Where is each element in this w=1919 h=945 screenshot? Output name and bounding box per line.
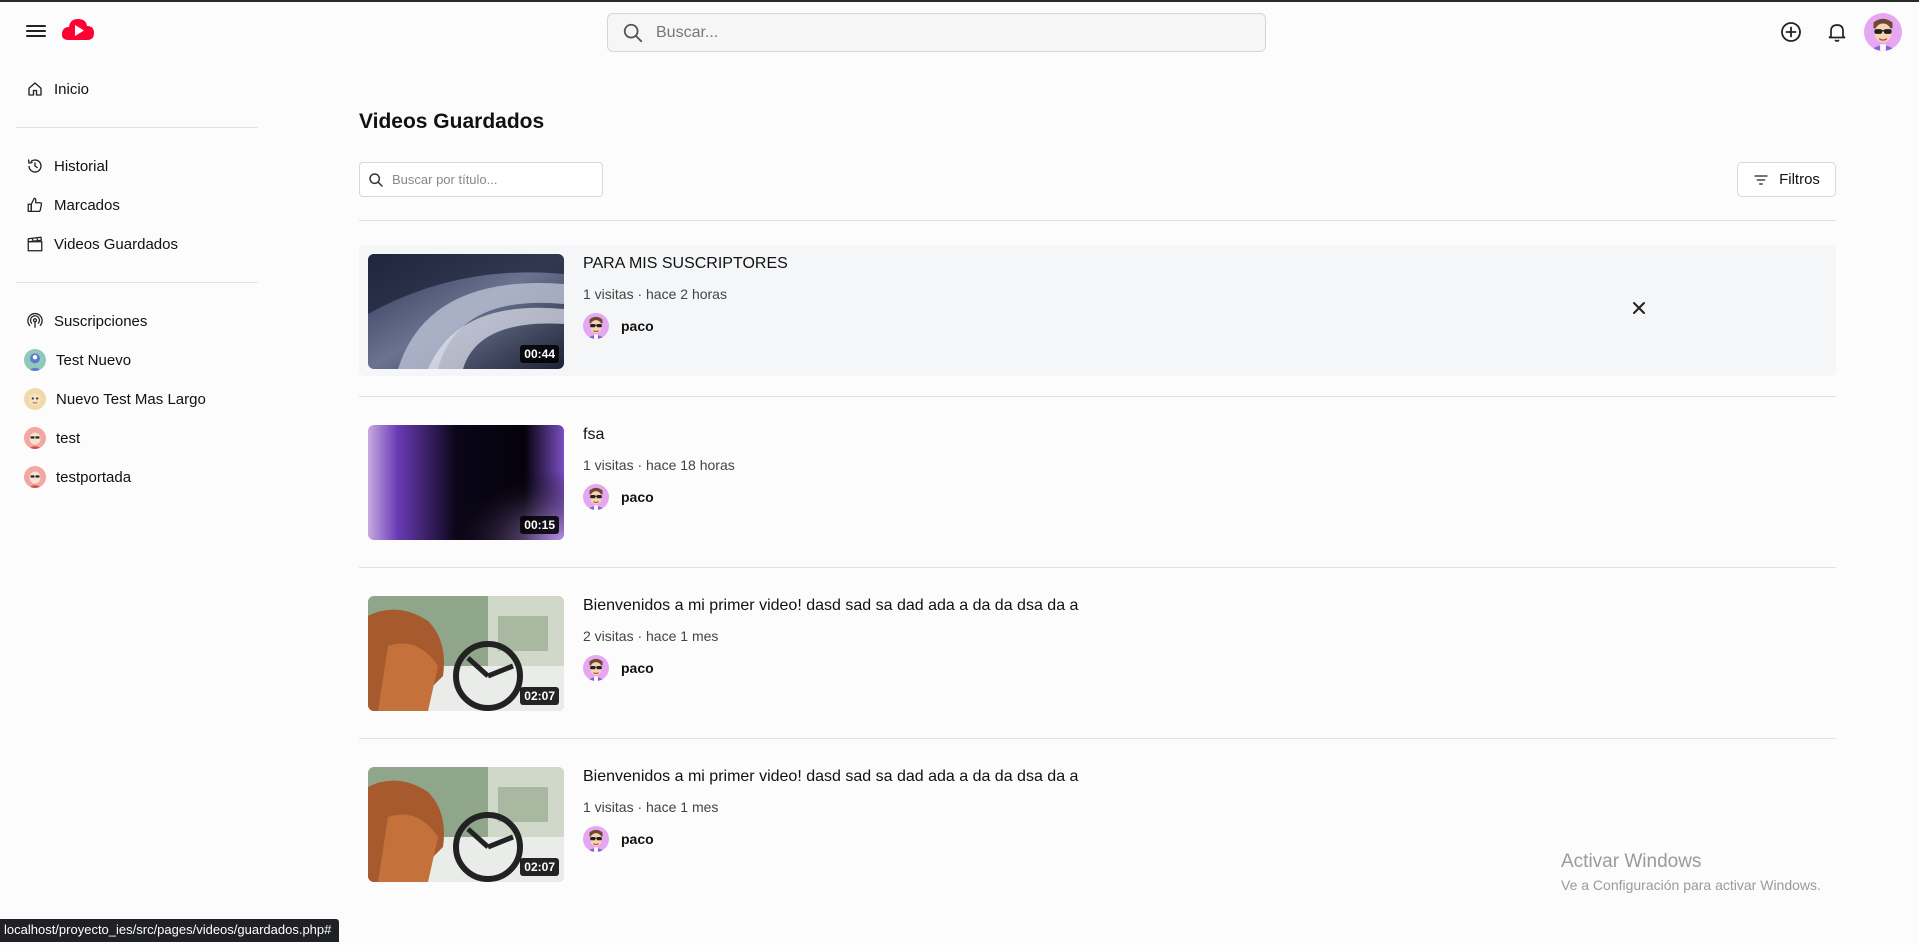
channel-name: paco [621,831,654,847]
list-divider [359,396,1836,397]
list-divider [359,738,1836,739]
video-thumbnail[interactable]: 02:07 [368,767,564,882]
global-search-input[interactable] [656,23,1216,42]
channel-avatar [583,313,609,339]
sidebar-item-label: Marcados [54,196,120,214]
top-header [0,2,1919,62]
video-title[interactable]: Bienvenidos a mi primer video! dasd sad … [583,597,1078,615]
title-search-box[interactable] [359,162,603,197]
hamburger-menu-icon[interactable] [26,22,46,40]
video-duration: 00:15 [520,516,559,534]
sidebar-divider [16,127,258,128]
video-thumbnail[interactable]: 00:15 [368,425,564,540]
create-plus-icon[interactable] [1779,20,1803,44]
broadcast-icon [27,313,43,328]
video-channel[interactable]: paco [583,313,654,339]
channel-avatar [24,349,46,371]
channel-avatar [583,655,609,681]
subscription-item[interactable]: Nuevo Test Mas Largo [24,385,206,413]
video-thumbnail[interactable]: 00:44 [368,254,564,369]
video-duration: 02:07 [520,687,559,705]
filters-label: Filtros [1779,171,1820,188]
search-icon [369,172,383,187]
search-icon [623,23,643,42]
list-divider [359,220,1836,221]
video-title[interactable]: fsa [583,426,604,444]
channel-avatar [24,388,46,410]
subscription-label: test [56,429,81,447]
channel-name: paco [621,489,654,505]
video-channel[interactable]: paco [583,826,654,852]
video-title[interactable]: PARA MIS SUSCRIPTORES [583,255,788,273]
video-meta: 2 visitas · hace 1 mes [583,628,719,644]
thumbs-up-icon [27,197,43,213]
subscription-label: Nuevo Test Mas Largo [56,390,206,408]
subscription-item[interactable]: Test Nuevo [24,346,131,374]
sidebar-item-label: Inicio [54,80,90,98]
video-list-item[interactable]: 02:07 Bienvenidos a mi primer video! das… [359,587,1836,718]
channel-avatar [24,466,46,488]
video-list-item[interactable]: 00:15 fsa 1 visitas · hace 18 horas paco [359,416,1836,547]
video-channel[interactable]: paco [583,484,654,510]
subscription-item[interactable]: test [24,424,80,452]
subscription-label: Test Nuevo [56,351,132,369]
clapperboard-icon [27,236,43,252]
sidebar-item-label: Videos Guardados [54,235,178,253]
watermark-title: Activar Windows [1561,851,1702,872]
remove-close-icon[interactable] [1629,298,1649,318]
filter-icon [1754,174,1768,185]
video-list-item[interactable]: 00:44 PARA MIS SUSCRIPTORES 1 visitas · … [359,245,1836,376]
watermark-subtitle: Ve a Configuración para activar Windows. [1561,877,1821,893]
channel-name: paco [621,318,654,334]
video-duration: 02:07 [520,858,559,876]
video-duration: 00:44 [520,345,559,363]
sidebar-item-videos-guardados[interactable]: Videos Guardados [26,230,178,258]
user-avatar[interactable] [1864,13,1902,51]
filters-button[interactable]: Filtros [1737,162,1836,197]
sidebar-item-inicio[interactable]: Inicio [26,75,89,103]
sidebar-divider [16,282,258,283]
video-meta: 1 visitas · hace 1 mes [583,799,719,815]
video-thumbnail[interactable]: 02:07 [368,596,564,711]
home-icon [28,82,42,96]
windows-activation-watermark: Activar Windows Ve a Configuración para … [1561,851,1821,893]
logo-icon[interactable] [60,16,96,44]
sidebar-item-label: Historial [54,157,109,175]
channel-avatar [583,484,609,510]
page-title: Videos Guardados [359,110,545,133]
channel-avatar [583,826,609,852]
sidebar-item-historial[interactable]: Historial [26,152,108,180]
title-search-input[interactable] [392,172,592,187]
subscription-item[interactable]: testportada [24,463,131,491]
video-meta: 1 visitas · hace 18 horas [583,457,735,473]
subscriptions-label: Suscripciones [54,312,148,330]
history-icon [27,159,42,173]
sidebar-item-marcados[interactable]: Marcados [26,191,120,219]
video-title[interactable]: Bienvenidos a mi primer video! dasd sad … [583,768,1078,786]
status-bar-url: localhost/proyecto_ies/src/pages/videos/… [0,919,340,942]
video-channel[interactable]: paco [583,655,654,681]
global-search-box[interactable] [607,13,1266,52]
channel-name: paco [621,660,654,676]
sidebar-subscriptions-heading[interactable]: Suscripciones [26,307,147,335]
channel-avatar [24,427,46,449]
list-divider [359,567,1836,568]
video-meta: 1 visitas · hace 2 horas [583,286,727,302]
subscription-label: testportada [56,468,132,486]
bell-icon[interactable] [1825,20,1849,44]
